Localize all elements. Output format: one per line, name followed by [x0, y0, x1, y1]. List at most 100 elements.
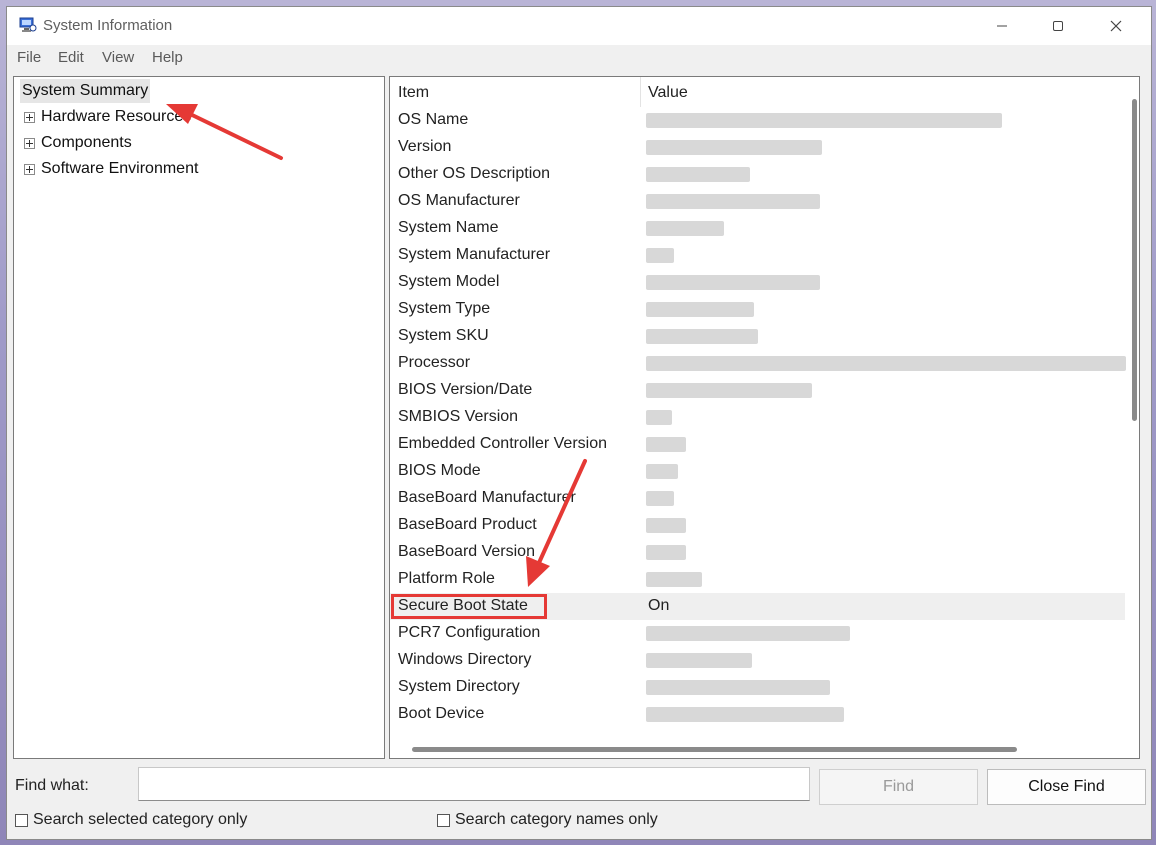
close-button[interactable]: [1093, 11, 1139, 41]
close-find-button[interactable]: Close Find: [987, 769, 1146, 805]
redacted-value: [646, 707, 844, 722]
maximize-icon: [1053, 21, 1063, 31]
tree-item-software-environment[interactable]: Software Environment: [24, 157, 198, 181]
redacted-value: [646, 167, 750, 182]
row-item-label: SMBIOS Version: [398, 408, 519, 425]
column-divider[interactable]: [640, 77, 641, 107]
find-what-input[interactable]: [138, 767, 810, 801]
row-item-label: Version: [398, 138, 452, 155]
row-item-label: BaseBoard Version: [398, 543, 535, 560]
table-row[interactable]: Platform Role: [390, 566, 1125, 593]
table-row[interactable]: BaseBoard Version: [390, 539, 1125, 566]
table-row[interactable]: SMBIOS Version: [390, 404, 1125, 431]
redacted-value: [646, 464, 678, 479]
vertical-scroll-thumb[interactable]: [1132, 99, 1137, 421]
horizontal-scroll-thumb[interactable]: [412, 747, 1017, 752]
window-title: System Information: [43, 17, 173, 34]
redacted-value: [646, 545, 686, 560]
redacted-value: [646, 329, 758, 344]
search-selected-category-label: Search selected category only: [33, 811, 248, 828]
redacted-value: [646, 140, 822, 155]
find-what-label: Find what:: [15, 777, 89, 794]
table-row[interactable]: OS Manufacturer: [390, 188, 1125, 215]
menu-help[interactable]: Help: [152, 49, 183, 66]
row-item-label: BIOS Mode: [398, 462, 481, 479]
row-item-label: OS Manufacturer: [398, 192, 520, 209]
list-header: Item Value: [390, 77, 1125, 107]
row-item-label: BIOS Version/Date: [398, 381, 533, 398]
tree-item-system-summary[interactable]: System Summary: [20, 79, 151, 103]
redacted-value: [646, 491, 674, 506]
menu-file[interactable]: File: [17, 49, 41, 66]
table-row[interactable]: System Model: [390, 269, 1125, 296]
tree-item-label: Hardware Resources: [41, 108, 192, 125]
close-icon: [1110, 20, 1122, 32]
expand-icon[interactable]: [24, 163, 35, 175]
table-row[interactable]: PCR7 Configuration: [390, 620, 1125, 647]
maximize-button[interactable]: [1035, 11, 1081, 41]
redacted-value: [646, 356, 1126, 371]
redacted-value: [646, 518, 686, 533]
table-row[interactable]: Processor: [390, 350, 1126, 377]
menu-edit[interactable]: Edit: [58, 49, 84, 66]
column-header-value[interactable]: Value: [648, 84, 688, 102]
table-row[interactable]: Other OS Description: [390, 161, 1125, 188]
table-row[interactable]: BIOS Mode: [390, 458, 1125, 485]
minimize-button[interactable]: [979, 11, 1025, 41]
search-selected-category-option[interactable]: Search selected category only: [15, 811, 247, 829]
category-tree[interactable]: System Summary Hardware Resources Compon…: [13, 76, 385, 759]
row-item-label: System Manufacturer: [398, 246, 551, 263]
search-selected-category-checkbox[interactable]: [15, 813, 28, 827]
menu-view[interactable]: View: [102, 49, 134, 66]
table-row[interactable]: OS Name: [390, 107, 1125, 134]
expand-icon[interactable]: [24, 137, 35, 149]
row-item-label: BaseBoard Product: [398, 516, 537, 533]
row-item-label: System Directory: [398, 678, 520, 695]
system-information-window: System Information File Edit View Help S…: [6, 6, 1152, 840]
row-item-label: Boot Device: [398, 705, 485, 722]
redacted-value: [646, 410, 672, 425]
menu-bar: File Edit View Help: [7, 45, 1151, 71]
redacted-value: [646, 221, 724, 236]
row-item-label: System Name: [398, 219, 499, 236]
list-rows: OS Name Version Other OS Description OS Man…: [390, 107, 1126, 728]
table-row[interactable]: BIOS Version/Date: [390, 377, 1125, 404]
redacted-value: [646, 653, 752, 668]
table-row[interactable]: System SKU: [390, 323, 1125, 350]
table-row[interactable]: Embedded Controller Version: [390, 431, 1125, 458]
details-list[interactable]: Item Value OS Name Version Other OS Descri…: [389, 76, 1140, 759]
row-item-label: Embedded Controller Version: [398, 435, 608, 452]
row-item-label: Platform Role: [398, 570, 495, 587]
tree-item-hardware-resources[interactable]: Hardware Resources: [24, 105, 191, 129]
system-info-app-icon: [19, 17, 37, 33]
row-item-label: PCR7 Configuration: [398, 624, 541, 641]
table-row[interactable]: Boot Device: [390, 701, 1125, 728]
redacted-value: [646, 572, 702, 587]
row-item-label: System SKU: [398, 327, 489, 344]
column-header-item[interactable]: Item: [398, 84, 429, 102]
title-bar[interactable]: System Information: [7, 7, 1151, 45]
search-category-names-checkbox[interactable]: [437, 813, 450, 827]
row-item-label: System Model: [398, 273, 500, 290]
tree-item-components[interactable]: Components: [24, 131, 132, 155]
tree-item-label: Software Environment: [41, 160, 199, 177]
table-row[interactable]: System Type: [390, 296, 1125, 323]
row-item-label: System Type: [398, 300, 491, 317]
row-item-label: Processor: [398, 354, 471, 371]
search-category-names-option[interactable]: Search category names only: [437, 811, 658, 829]
table-row[interactable]: System Name: [390, 215, 1125, 242]
table-row[interactable]: BaseBoard Product: [390, 512, 1125, 539]
table-row[interactable]: Version: [390, 134, 1125, 161]
table-row[interactable]: System Manufacturer: [390, 242, 1125, 269]
expand-icon[interactable]: [24, 111, 35, 123]
table-row[interactable]: Secure Boot State On: [390, 593, 1125, 620]
table-row[interactable]: Windows Directory: [390, 647, 1125, 674]
find-button[interactable]: Find: [819, 769, 978, 805]
vertical-scrollbar[interactable]: [1128, 77, 1139, 758]
table-row[interactable]: System Directory: [390, 674, 1125, 701]
row-item-label: BaseBoard Manufacturer: [398, 489, 576, 506]
redacted-value: [646, 626, 850, 641]
horizontal-scrollbar[interactable]: [390, 743, 1125, 758]
redacted-value: [646, 302, 754, 317]
table-row[interactable]: BaseBoard Manufacturer: [390, 485, 1125, 512]
